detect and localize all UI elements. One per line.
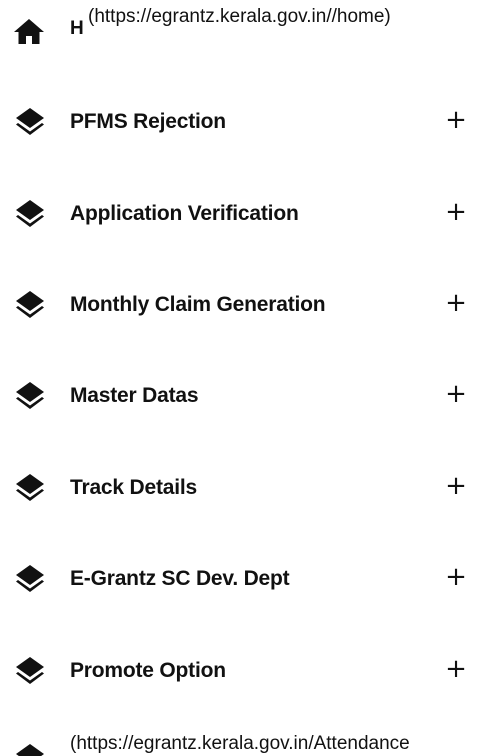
menu-item-label: E-Grantz SC Dev. Dept [70,567,290,590]
expand-plus-icon[interactable]: + [445,199,467,225]
expand-plus-icon[interactable]: + [445,381,467,407]
expand-plus-icon[interactable]: + [445,473,467,499]
menu-item-monthly-claim-generation[interactable]: Monthly Claim Generation + [0,280,501,330]
home-url-text[interactable]: (https://egrantz.kerala.gov.in//home) [88,6,391,28]
home-label: H [70,18,84,39]
menu-item-master-datas[interactable]: Master Datas + [0,371,501,421]
layers-icon [14,106,46,138]
menu-item-pfms-rejection[interactable]: PFMS Rejection + [0,97,501,147]
menu-item-application-verification[interactable]: Application Verification + [0,189,501,239]
expand-plus-icon[interactable]: + [445,107,467,133]
expand-plus-icon[interactable]: + [445,564,467,590]
attendance-url-text[interactable]: (https://egrantz.kerala.gov.in/Attendanc… [70,733,410,755]
layers-icon [14,472,46,504]
menu-item-label: Track Details [70,476,197,499]
menu-item-egrantz-sc-dev-dept[interactable]: E-Grantz SC Dev. Dept + [0,554,501,604]
layers-icon [14,563,46,595]
layers-icon [14,198,46,230]
layers-icon [14,655,46,687]
home-icon [12,17,46,45]
menu-item-label: Application Verification [70,202,299,225]
expand-plus-icon[interactable]: + [445,656,467,682]
layers-icon [14,742,46,756]
layers-icon [14,380,46,412]
attendance-link[interactable]: (https://egrantz.kerala.gov.in/Attendanc… [0,730,501,756]
home-link[interactable]: H (https://egrantz.kerala.gov.in//home) [0,0,501,60]
menu-item-label: PFMS Rejection [70,110,226,133]
menu-item-track-details[interactable]: Track Details + [0,463,501,513]
menu-item-label: Master Datas [70,384,199,407]
layers-icon [14,289,46,321]
menu-item-label: Promote Option [70,659,226,682]
expand-plus-icon[interactable]: + [445,290,467,316]
menu-item-promote-option[interactable]: Promote Option + [0,646,501,696]
menu-item-label: Monthly Claim Generation [70,293,326,316]
